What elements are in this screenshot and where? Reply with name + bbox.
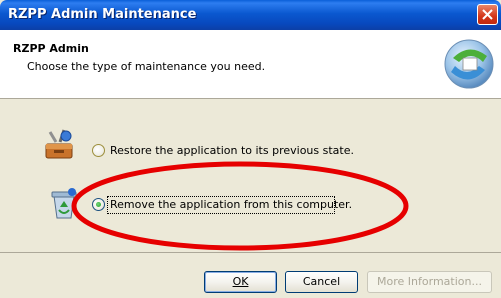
close-icon [482,9,493,20]
window-title: RZPP Admin Maintenance [8,7,197,22]
installer-logo-icon [444,39,494,89]
repair-toolbox-icon [45,129,73,159]
option-restore-label[interactable]: Restore the application to its previous … [110,144,354,157]
options-panel [0,99,501,252]
cancel-button-label: Cancel [302,275,341,288]
cancel-button[interactable]: Cancel [285,271,358,293]
ok-button[interactable]: OK [204,271,277,293]
ok-button-label: OK [232,275,249,288]
header-subtitle: Choose the type of maintenance you need. [27,60,266,73]
option-remove-label[interactable]: Remove the application from this compute… [110,198,352,211]
radio-restore[interactable] [92,144,105,157]
recycle-bin-icon [51,188,77,219]
title-bar[interactable]: RZPP Admin Maintenance [0,0,501,30]
radio-remove[interactable] [92,198,105,211]
more-information-button[interactable]: More Information... [367,271,492,293]
close-button[interactable] [477,4,498,25]
more-information-label: More Information... [377,275,482,288]
radio-selected-dot [96,202,101,207]
wizard-header: RZPP Admin Choose the type of maintenanc… [0,30,501,99]
header-title: RZPP Admin [13,42,89,55]
